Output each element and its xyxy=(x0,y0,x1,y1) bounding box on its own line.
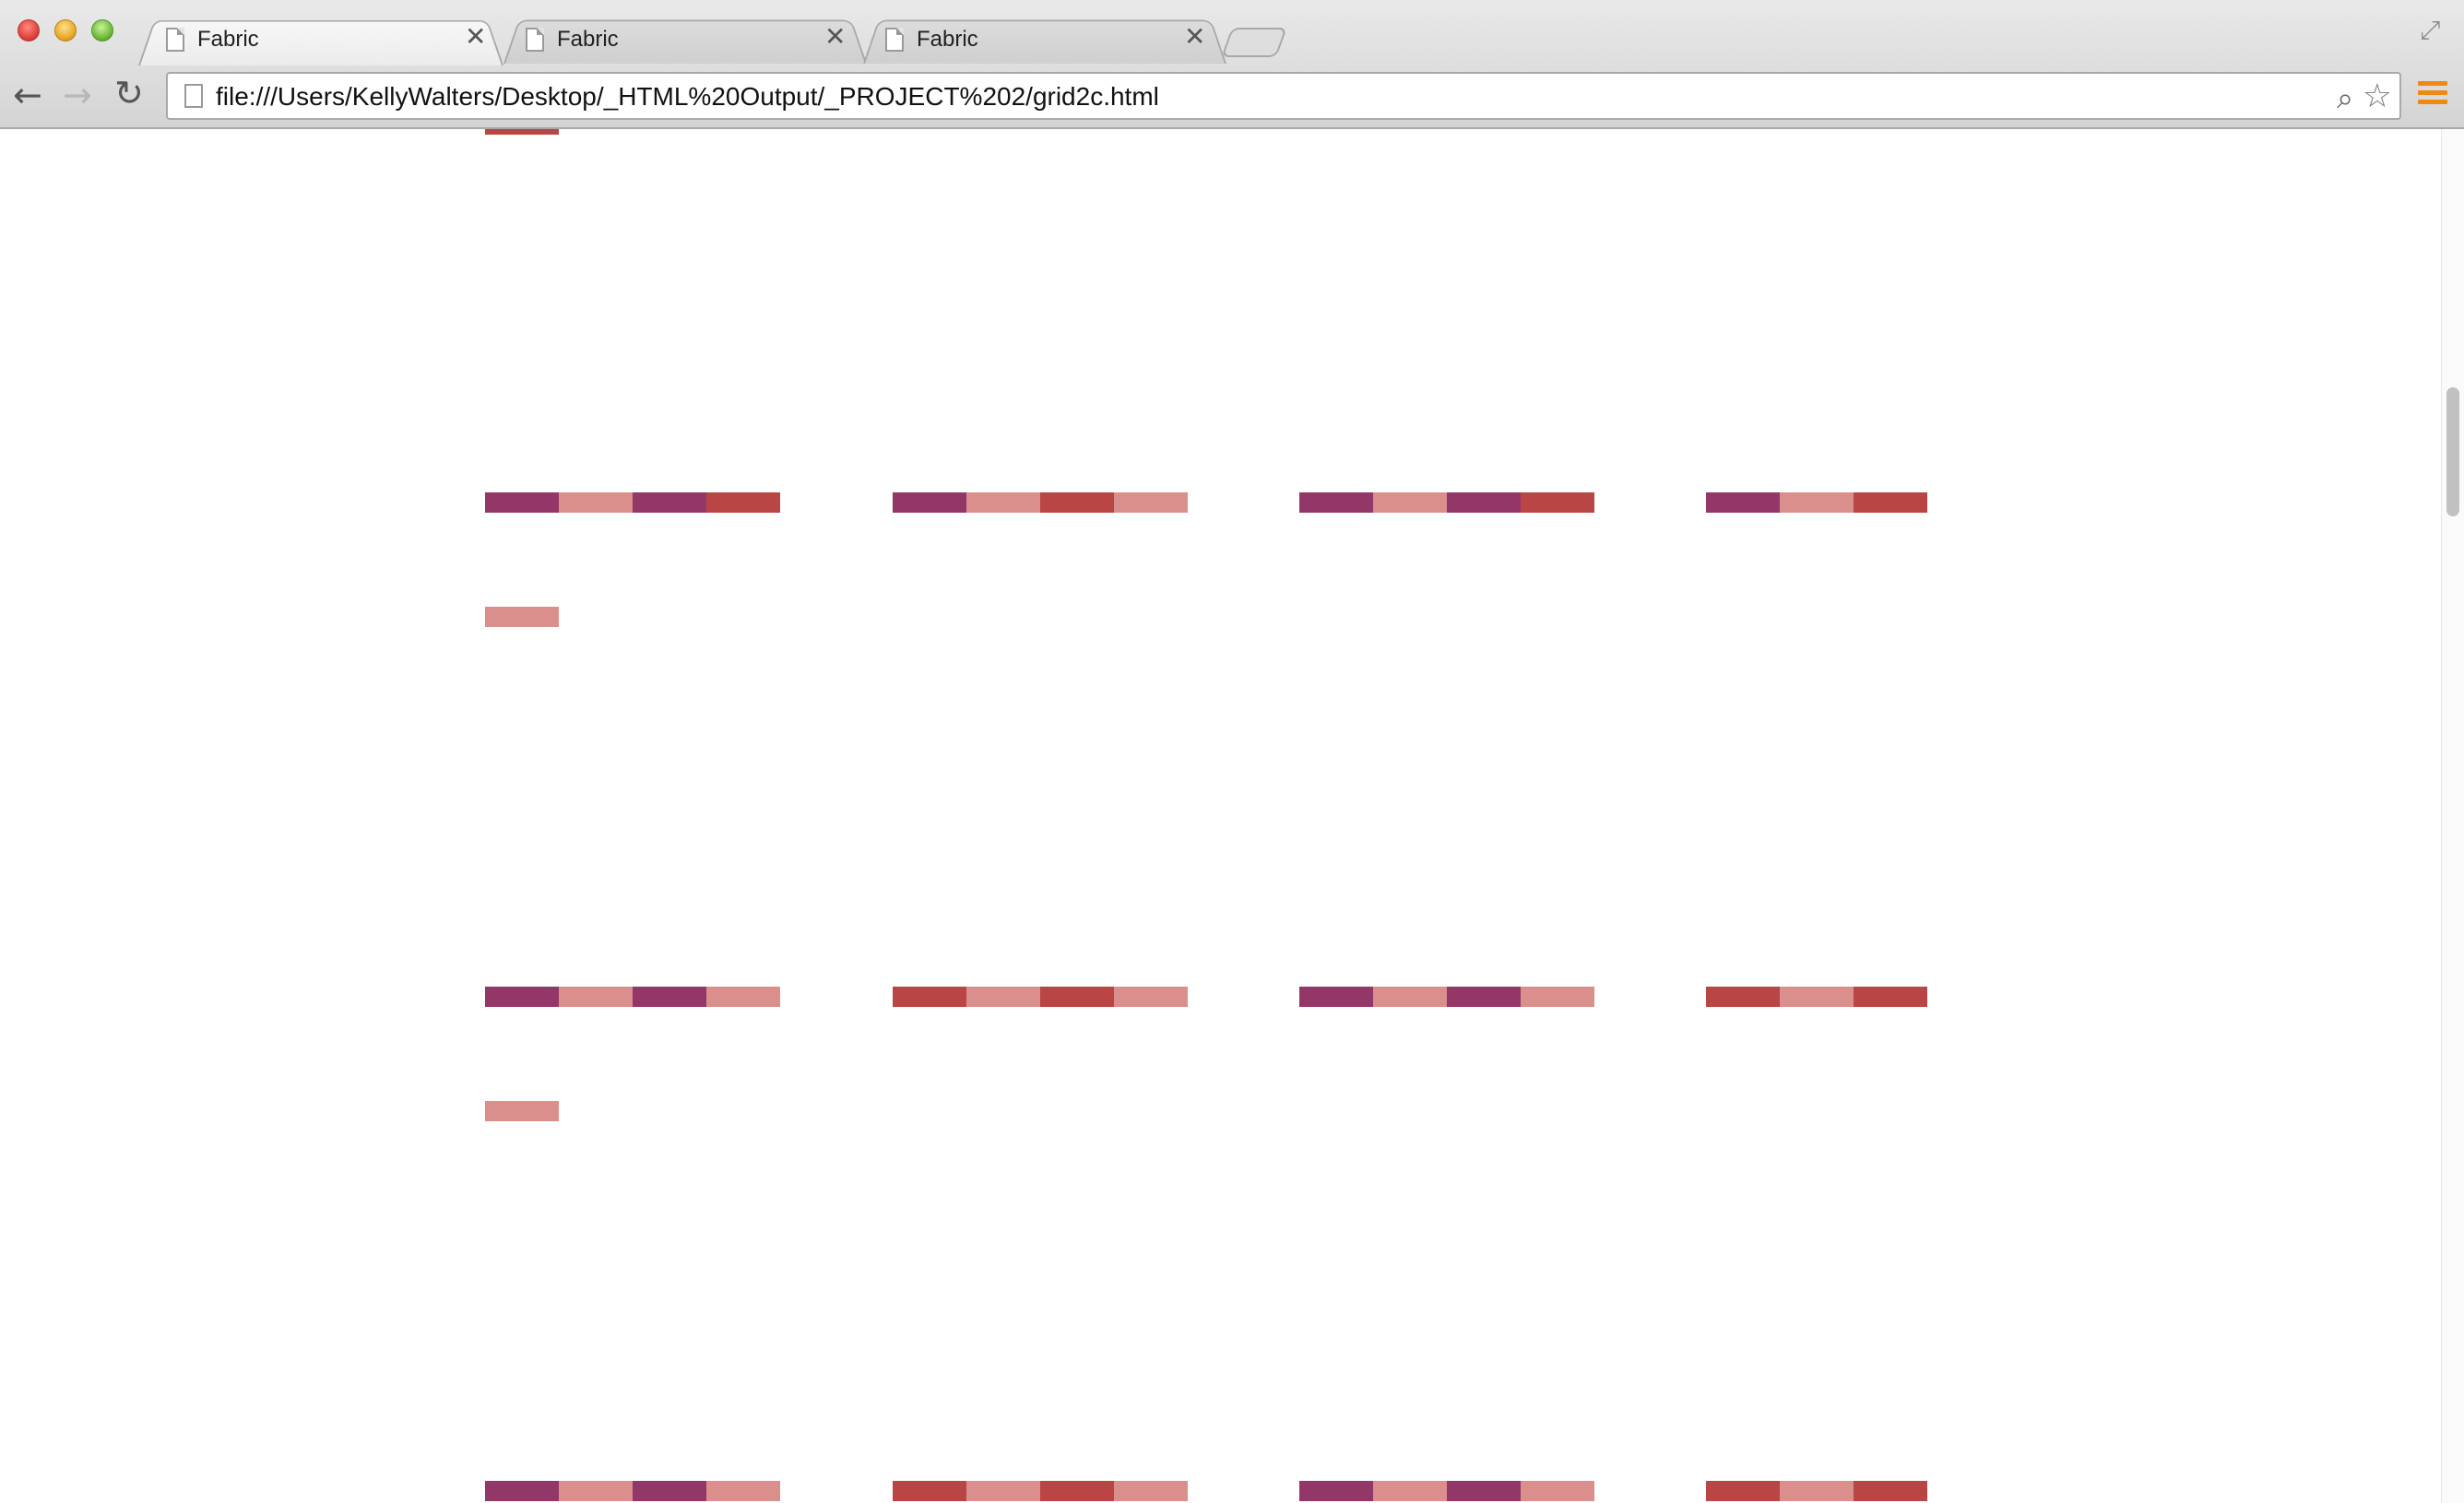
swatch-red xyxy=(893,1481,966,1501)
swatch-plum xyxy=(1447,1481,1521,1501)
swatch-red xyxy=(1040,492,1114,513)
swatch-partial xyxy=(485,129,559,135)
swatch-group xyxy=(1706,1481,1927,1501)
swatch-red xyxy=(1040,1481,1114,1501)
star-icon[interactable]: ☆ xyxy=(2363,77,2392,115)
swatch-pink xyxy=(1780,492,1854,513)
swatch-group xyxy=(485,987,780,1007)
reload-icon[interactable]: ↻ xyxy=(114,76,144,111)
tab-close-icon[interactable]: ✕ xyxy=(465,24,486,50)
swatch-group xyxy=(1299,987,1594,1007)
tab-close-icon[interactable]: ✕ xyxy=(824,24,846,50)
window-maximize-button[interactable] xyxy=(91,19,113,41)
swatch-pink xyxy=(1373,492,1447,513)
fullscreen-icon[interactable]: ⤢ xyxy=(2420,15,2440,46)
swatch-red xyxy=(1854,1481,1927,1501)
url-text[interactable]: file:///Users/KellyWalters/Desktop/_HTML… xyxy=(216,82,1159,112)
swatch-group xyxy=(893,492,1188,513)
swatch-plum xyxy=(485,987,559,1007)
swatch-pink xyxy=(966,987,1040,1007)
page-content xyxy=(0,129,2441,1503)
swatch-red xyxy=(1854,987,1927,1007)
zoom-icon[interactable]: ⌕ xyxy=(2337,80,2353,116)
swatch-pink xyxy=(1521,987,1594,1007)
scrollbar-thumb[interactable] xyxy=(2446,387,2459,516)
back-arrow-icon[interactable]: ← xyxy=(13,77,42,112)
tab-close-icon[interactable]: ✕ xyxy=(1184,24,1205,50)
hamburger-menu-icon[interactable] xyxy=(2418,81,2447,109)
forward-arrow-icon[interactable]: → xyxy=(63,77,92,112)
page-icon xyxy=(885,28,904,52)
address-bar[interactable]: file:///Users/KellyWalters/Desktop/_HTML… xyxy=(166,72,2401,120)
window-close-button[interactable] xyxy=(18,19,40,41)
swatch-plum xyxy=(1706,492,1780,513)
swatch-red xyxy=(1706,1481,1780,1501)
swatch-pink xyxy=(966,1481,1040,1501)
page-icon xyxy=(526,28,544,52)
swatch-red xyxy=(706,492,780,513)
swatch-pink xyxy=(1114,987,1188,1007)
swatch-red xyxy=(893,987,966,1007)
swatch-red xyxy=(1521,492,1594,513)
page-icon xyxy=(166,28,184,52)
swatch-pink xyxy=(706,1481,780,1501)
swatch-pink xyxy=(559,492,633,513)
swatch-pink xyxy=(966,492,1040,513)
swatch-pink xyxy=(1114,492,1188,513)
swatch-group xyxy=(893,1481,1188,1501)
window-minimize-button[interactable] xyxy=(54,19,77,41)
tab-title: Fabric xyxy=(197,27,259,52)
swatch-plum xyxy=(893,492,966,513)
swatch-group xyxy=(1299,1481,1594,1501)
swatch-pink xyxy=(1780,1481,1854,1501)
tab-title: Fabric xyxy=(557,27,619,52)
swatch-pink xyxy=(706,987,780,1007)
swatch-plum xyxy=(1447,492,1521,513)
swatch-plum xyxy=(633,492,706,513)
swatch-single xyxy=(485,1101,559,1121)
page-icon xyxy=(184,84,203,108)
swatch-pink xyxy=(559,1481,633,1501)
swatch-pink xyxy=(1373,1481,1447,1501)
swatch-red xyxy=(1854,492,1927,513)
swatch-group xyxy=(893,987,1188,1007)
swatch-plum xyxy=(485,1481,559,1501)
swatch-group xyxy=(1706,492,1927,513)
browser-chrome: Fabric ✕ Fabric ✕ Fabric ✕ ⤢ ← → ↻ file:… xyxy=(0,0,2464,129)
new-tab-button[interactable] xyxy=(1221,28,1287,57)
vertical-scrollbar[interactable] xyxy=(2441,129,2464,1503)
swatch-single xyxy=(485,607,559,627)
swatch-red xyxy=(1706,987,1780,1007)
swatch-plum xyxy=(1299,492,1373,513)
swatch-plum xyxy=(485,492,559,513)
swatch-pink xyxy=(1114,1481,1188,1501)
swatch-pink xyxy=(1780,987,1854,1007)
swatch-plum xyxy=(1447,987,1521,1007)
swatch-plum xyxy=(1299,1481,1373,1501)
swatch-pink xyxy=(559,987,633,1007)
swatch-plum xyxy=(633,987,706,1007)
swatch-group xyxy=(485,1481,780,1501)
swatch-plum xyxy=(1299,987,1373,1007)
swatch-group xyxy=(485,492,780,513)
tab-title: Fabric xyxy=(917,27,978,52)
swatch-group xyxy=(1299,492,1594,513)
swatch-red xyxy=(1040,987,1114,1007)
swatch-group xyxy=(1706,987,1927,1007)
swatch-plum xyxy=(633,1481,706,1501)
swatch-pink xyxy=(1373,987,1447,1007)
swatch-pink xyxy=(1521,1481,1594,1501)
